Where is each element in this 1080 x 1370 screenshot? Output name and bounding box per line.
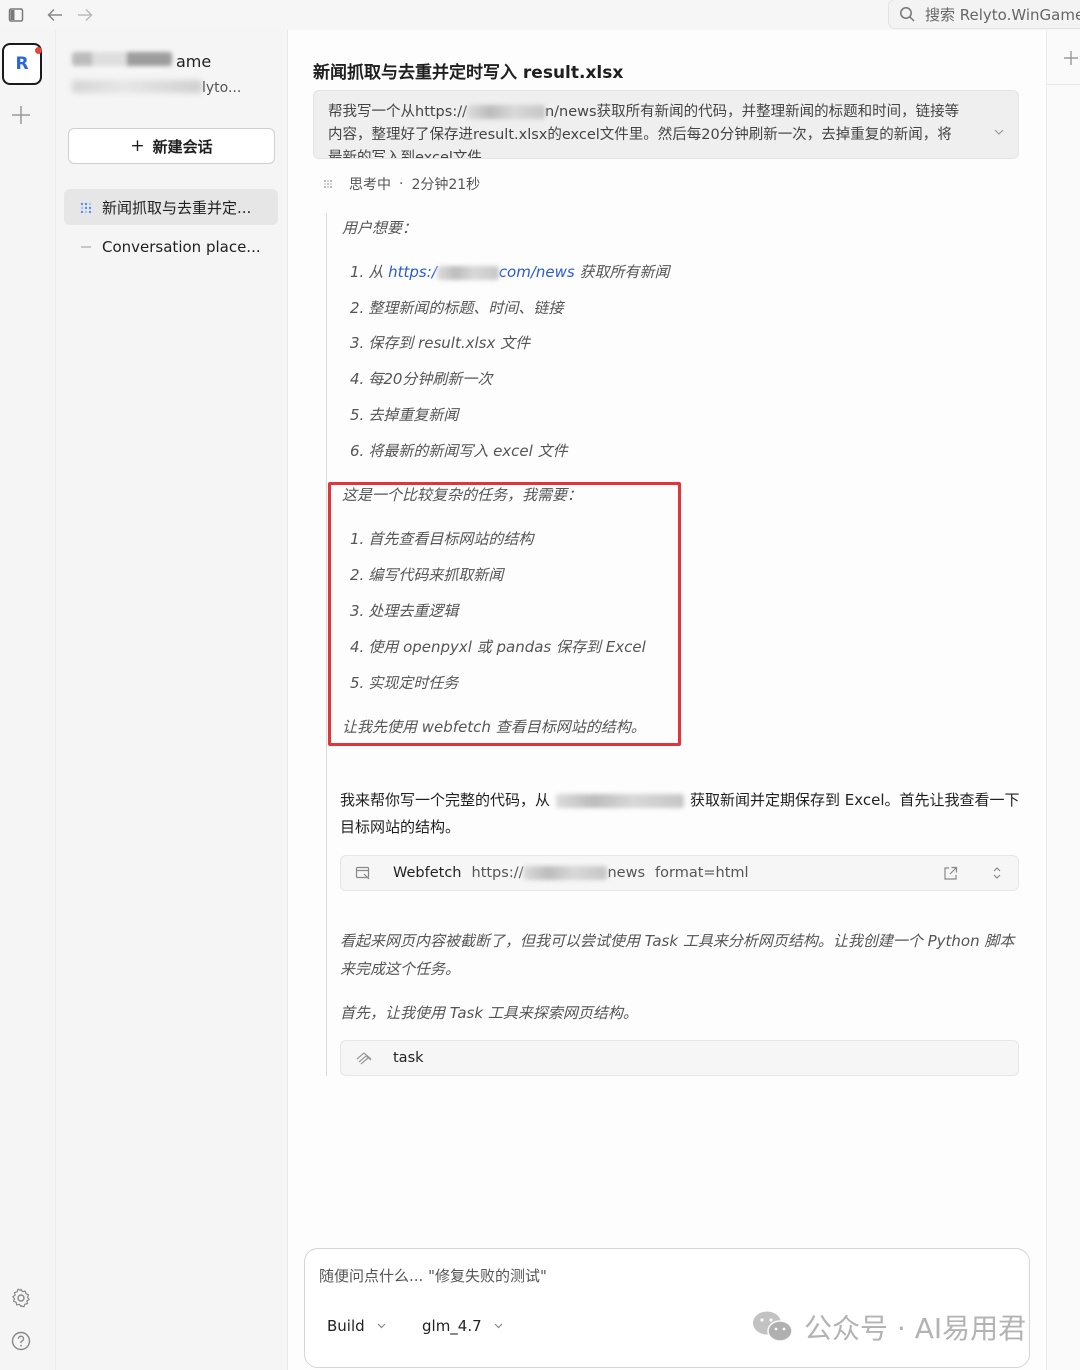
sidebar-item-label: Conversation place... [102,238,261,256]
goal-item: 6. 将最新的新闻写入 excel 文件 [350,442,568,460]
reply-note: 来完成这个任务。 [340,960,461,978]
model-selector[interactable]: glm_4.7 [422,1317,503,1335]
tool-url: news [607,865,646,881]
thinking-label: 思考中 [349,177,391,193]
tool-format: format=html [655,865,749,881]
workspace-rail: R [0,30,56,1370]
loading-dots-icon [76,201,96,213]
thinking-status[interactable]: 思考中 · 2分钟21秒 [323,174,480,194]
account-subtitle: lyto... [202,80,242,96]
conversation-panel: 新闻抓取与去重并定时写入 result.xlsx 帮我写一个从https:// n… [288,30,1046,1370]
search-icon [899,6,915,22]
reply-paragraph: 我来帮你写一个完整的代码，从 获取新闻并定期保存到 Excel。首先让我查看一下 [340,791,1020,809]
redacted-url [523,866,608,880]
top-bar: 搜索 Relyto.WinGame [0,0,1080,30]
new-chat-label: 新建会话 [152,137,213,156]
sidebar-item-label: 新闻抓取与去重并定... [102,198,252,217]
right-panel-strip [1046,30,1080,1370]
search-input[interactable]: 搜索 Relyto.WinGame [888,0,1080,29]
expand-collapse-icon[interactable] [992,866,1002,880]
expand-chevron-icon[interactable] [994,129,1004,135]
redacted-account-sub [72,80,202,93]
add-panel-icon[interactable] [1063,50,1079,66]
conversation-title: 新闻抓取与去重并定时写入 result.xlsx [313,63,624,83]
redacted-url [436,265,499,280]
account-name[interactable]: ame [176,52,211,71]
notification-dot [35,47,42,54]
redacted-url [466,105,545,119]
task-tool-call[interactable]: task [340,1040,1019,1076]
thinking-dots-icon [323,179,333,189]
prompt-text: 帮我写一个从https:// [328,104,467,120]
help-icon[interactable] [10,1330,32,1352]
sidebar: ame lyto... + 新建会话 新闻抓取与去重并定... Conversa… [56,30,288,1370]
thinking-duration: 2分钟21秒 [411,177,481,193]
goal-item: 4. 每20分钟刷新一次 [350,370,493,388]
watermark-text: 公众号 · AI易用君 [804,1312,1027,1345]
thinking-separator: · [399,176,404,192]
wechat-icon [752,1310,794,1344]
redacted-url [556,793,685,808]
tool-url: https:// [471,865,524,881]
mode-label: Build [327,1317,365,1335]
model-label: glm_4.7 [422,1317,482,1335]
prompt-text: 内容，整理好了保存进result.xlsx的excel文件里。然后每20分钟刷新… [328,127,952,143]
back-arrow-icon[interactable] [44,4,66,26]
workspace-letter: R [15,54,29,74]
dash-icon [76,245,96,249]
plus-icon: + [130,136,145,156]
goal-item: 5. 去掉重复新闻 [350,406,459,424]
settings-icon[interactable] [10,1287,32,1309]
sidebar-item-conversation-placeholder[interactable]: Conversation place... [64,229,278,265]
add-workspace-icon[interactable] [10,104,32,126]
divider [1047,84,1080,85]
redacted-account-name [72,52,172,66]
thinking-intro: 用户想要： [342,219,418,237]
workspace-avatar[interactable]: R [2,43,42,85]
user-prompt-box[interactable]: 帮我写一个从https:// n/news获取所有新闻的代码，并整理新闻的标题和时… [313,90,1019,159]
reply-note: 首先，让我使用 Task 工具来探索网页结构。 [340,1004,638,1022]
highlight-annotation-box [328,482,681,746]
webfetch-tool-call[interactable]: Webfetch https:// news format=html [340,855,1019,891]
chevron-down-icon [377,1323,386,1329]
open-external-icon[interactable] [943,866,958,881]
mode-selector[interactable]: Build [327,1317,386,1335]
search-placeholder: 搜索 Relyto.WinGame [925,5,1080,24]
chevron-down-icon [494,1323,503,1329]
tool-name: Webfetch [393,865,462,881]
new-chat-button[interactable]: + 新建会话 [68,128,275,164]
reply-note: 看起来网页内容被截断了，但我可以尝试使用 Task 工具来分析网页结构。让我创建… [340,932,1015,950]
prompt-text: 最新的写入到excel文件 [328,150,482,159]
goal-item: 3. 保存到 result.xlsx 文件 [350,334,531,352]
webfetch-icon [355,865,375,881]
sidebar-item-news-scraper[interactable]: 新闻抓取与去重并定... [64,189,278,225]
prompt-text: n/news获取所有新闻的代码，并整理新闻的标题和时间，链接等 [544,104,960,120]
goal-item: 1. 从 https:/com/news 获取所有新闻 [350,263,670,281]
tool-name: task [393,1050,424,1066]
watermark: 公众号 · AI易用君 [752,1307,1026,1347]
chat-input-placeholder: 随便问点什么... "修复失败的测试" [319,1267,547,1285]
goal-item: 2. 整理新闻的标题、时间、链接 [350,299,564,317]
task-icon [355,1050,375,1066]
forward-arrow-icon[interactable] [74,4,96,26]
reply-paragraph: 目标网站的结构。 [340,818,461,836]
sidebar-toggle-icon[interactable] [5,4,27,26]
